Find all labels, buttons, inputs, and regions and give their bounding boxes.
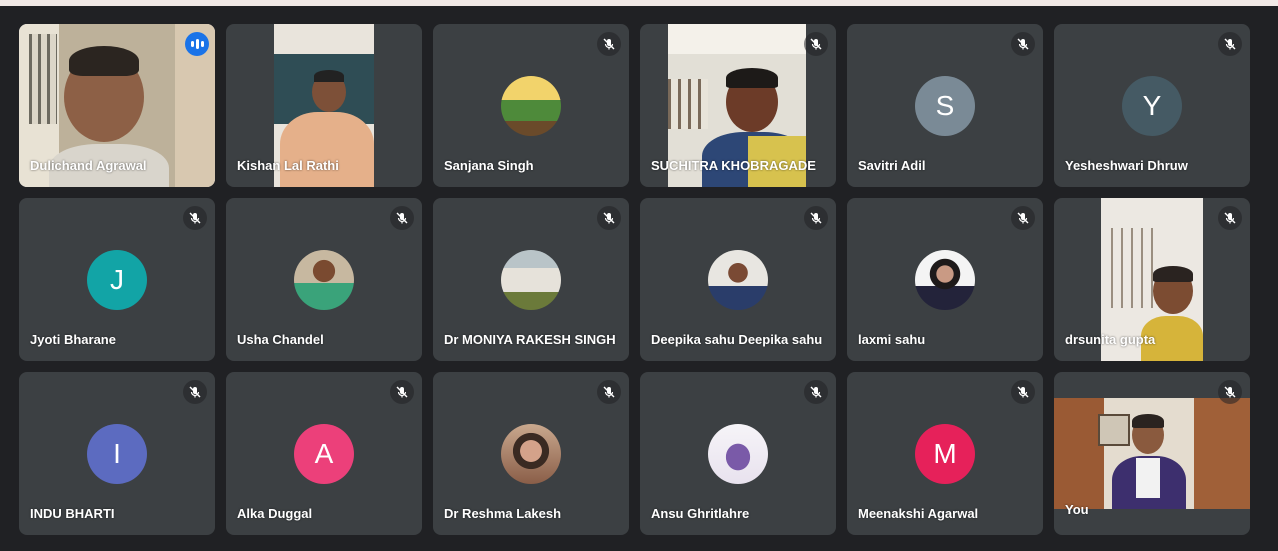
participant-tile-usha-chandel[interactable]: Usha Chandel xyxy=(226,198,422,361)
avatar xyxy=(501,76,561,136)
mic-off-icon xyxy=(1011,380,1035,404)
participant-name: Yesheshwari Dhruw xyxy=(1065,158,1188,173)
participant-name: laxmi sahu xyxy=(858,332,926,347)
participant-tile-jyoti-bharane[interactable]: J Jyoti Bharane xyxy=(19,198,215,361)
avatar: I xyxy=(87,424,147,484)
participant-tile-drsunita-gupta[interactable]: drsunita gupta xyxy=(1054,198,1250,361)
mic-off-icon xyxy=(597,32,621,56)
participant-name: Dr MONIYA RAKESH SINGH xyxy=(444,332,616,347)
participant-name: drsunita gupta xyxy=(1065,332,1156,347)
mic-off-icon xyxy=(390,380,414,404)
audio-level-icon xyxy=(185,32,209,56)
participant-name: Meenakshi Agarwal xyxy=(858,506,979,521)
participant-tile-sanjana-singh[interactable]: Sanjana Singh xyxy=(433,24,629,187)
avatar xyxy=(708,250,768,310)
avatar xyxy=(501,250,561,310)
mic-off-icon xyxy=(183,206,207,230)
participant-name: Dulichand Agrawal xyxy=(30,158,147,173)
avatar xyxy=(915,250,975,310)
participant-tile-laxmi-sahu[interactable]: laxmi sahu xyxy=(847,198,1043,361)
participant-name: Ansu Ghritlahre xyxy=(651,506,750,521)
participant-tile-savitri-adil[interactable]: S Savitri Adil xyxy=(847,24,1043,187)
mic-off-icon xyxy=(1011,206,1035,230)
participant-name: Alka Duggal xyxy=(237,506,313,521)
mic-off-icon xyxy=(597,380,621,404)
mic-off-icon xyxy=(1218,206,1242,230)
participant-video xyxy=(1054,398,1250,509)
participant-name: You xyxy=(1065,502,1089,517)
participant-name: INDU BHARTI xyxy=(30,506,115,521)
mic-off-icon xyxy=(597,206,621,230)
participant-tile-alka-duggal[interactable]: A Alka Duggal xyxy=(226,372,422,535)
participant-name: Deepika sahu Deepika sahu xyxy=(651,332,823,347)
participant-tile-yesheshwari-dhruw[interactable]: Y Yesheshwari Dhruw xyxy=(1054,24,1250,187)
mic-off-icon xyxy=(390,206,414,230)
participant-tile-ansu-ghritlahre[interactable]: Ansu Ghritlahre xyxy=(640,372,836,535)
mic-off-icon xyxy=(804,32,828,56)
avatar: J xyxy=(87,250,147,310)
avatar xyxy=(294,250,354,310)
participant-tile-dr-reshma-lakesh[interactable]: Dr Reshma Lakesh xyxy=(433,372,629,535)
participant-tile-indu-bharti[interactable]: I INDU BHARTI xyxy=(19,372,215,535)
participant-name: Kishan Lal Rathi xyxy=(237,158,339,173)
mic-off-icon xyxy=(1011,32,1035,56)
mic-off-icon xyxy=(1218,380,1242,404)
mic-off-icon xyxy=(183,380,207,404)
avatar: Y xyxy=(1122,76,1182,136)
avatar: S xyxy=(915,76,975,136)
participant-tile-suchitra-khobragade[interactable]: SUCHITRA KHOBRAGADE xyxy=(640,24,836,187)
mic-off-icon xyxy=(1218,32,1242,56)
participant-tile-deepika-sahu[interactable]: Deepika sahu Deepika sahu xyxy=(640,198,836,361)
participant-tile-dr-moniya-rakesh-singh[interactable]: Dr MONIYA RAKESH SINGH xyxy=(433,198,629,361)
avatar: A xyxy=(294,424,354,484)
participant-name: Savitri Adil xyxy=(858,158,926,173)
participant-tile-kishan-lal-rathi[interactable]: Kishan Lal Rathi xyxy=(226,24,422,187)
mic-off-icon xyxy=(804,206,828,230)
top-strip xyxy=(0,0,1278,6)
participant-name: Usha Chandel xyxy=(237,332,324,347)
participant-tile-you[interactable]: You xyxy=(1054,372,1250,535)
participant-grid: Dulichand Agrawal Kishan Lal Rathi Sanja… xyxy=(19,24,1250,535)
avatar xyxy=(501,424,561,484)
avatar: M xyxy=(915,424,975,484)
participant-name: Sanjana Singh xyxy=(444,158,534,173)
mic-off-icon xyxy=(804,380,828,404)
participant-name: SUCHITRA KHOBRAGADE xyxy=(651,158,816,173)
participant-name: Dr Reshma Lakesh xyxy=(444,506,562,521)
participant-tile-meenakshi-agarwal[interactable]: M Meenakshi Agarwal xyxy=(847,372,1043,535)
participant-tile-dulichand-agrawal[interactable]: Dulichand Agrawal xyxy=(19,24,215,187)
participant-name: Jyoti Bharane xyxy=(30,332,116,347)
avatar xyxy=(708,424,768,484)
